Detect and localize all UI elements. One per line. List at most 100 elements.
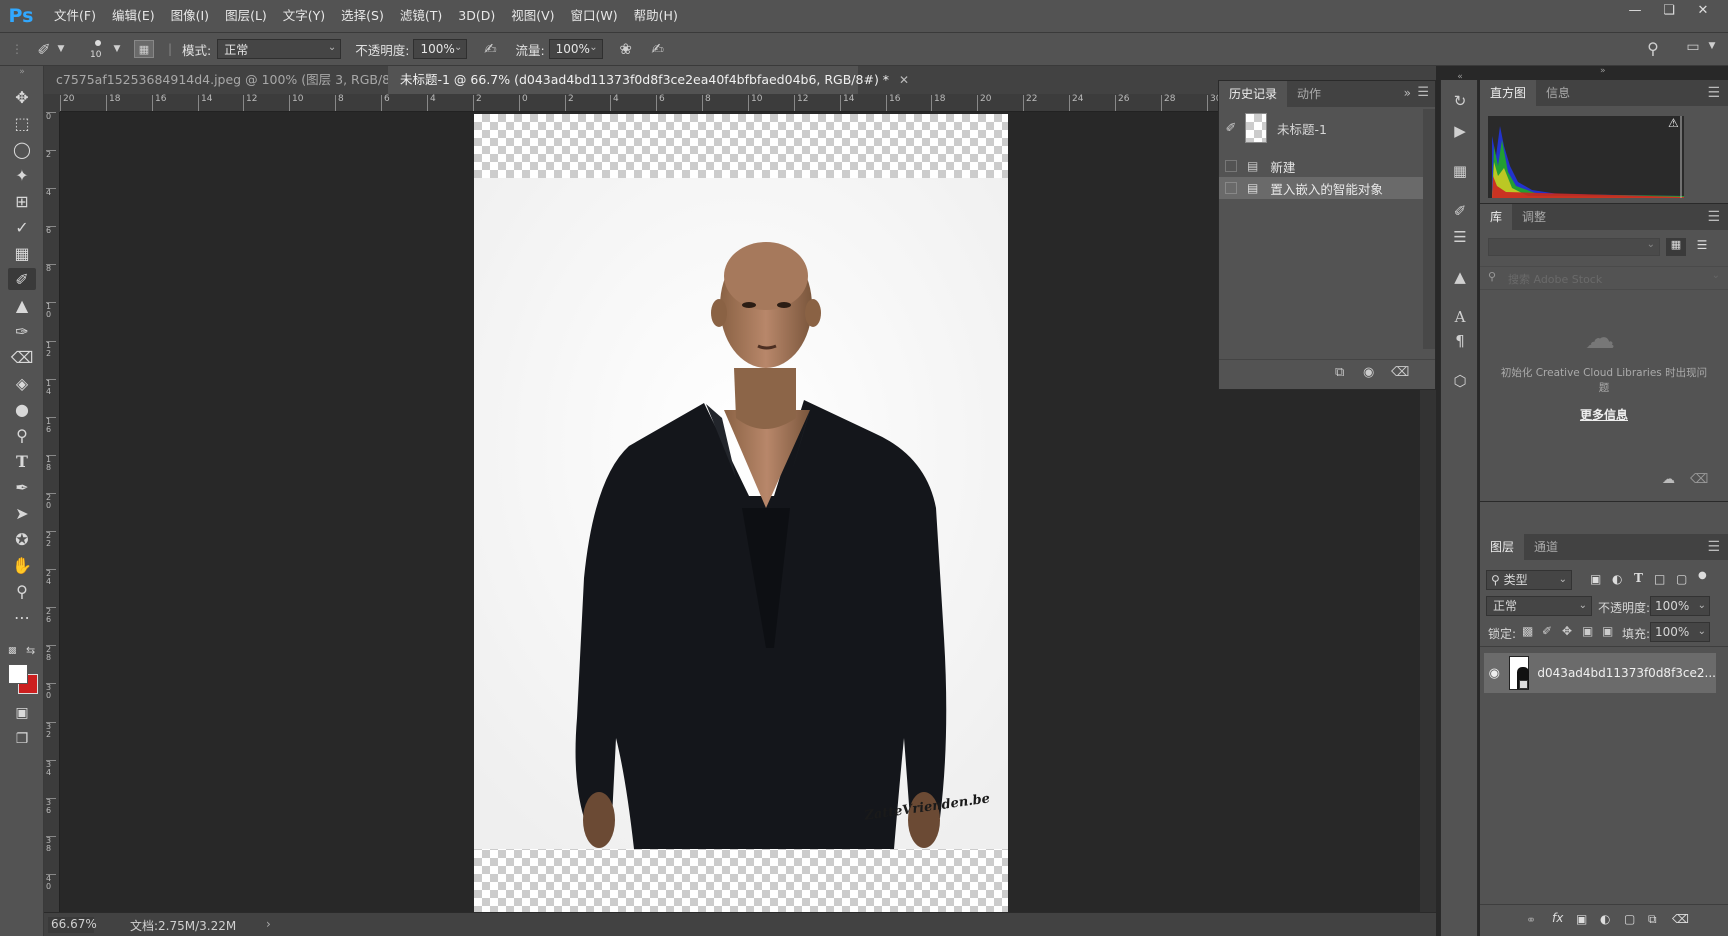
tab-adjustments[interactable]: 调整 [1512,204,1556,230]
adjustment-layer-icon[interactable]: ◐ [1600,912,1610,926]
link-layers-icon[interactable]: ⚭ [1526,913,1536,927]
panel-menu-icon[interactable]: ☰ [1707,85,1720,101]
expand-panels-icon[interactable]: « [1449,66,1471,88]
tab-libraries[interactable]: 库 [1480,204,1513,230]
brushes-icon[interactable]: ☰ [1449,226,1471,248]
tab-layers[interactable]: 图层 [1480,534,1525,560]
clone-source-icon[interactable]: ▲ [1449,266,1471,288]
brush-tool-preset-icon[interactable]: ✐ [32,40,56,59]
blend-mode-select[interactable]: 正常 ⌄ [1486,596,1592,616]
eye-icon[interactable]: ◉ [1484,666,1505,681]
airbrush-icon[interactable]: ❀ [615,40,637,58]
layer-opacity-input[interactable]: 100% ⌄ [1650,596,1710,616]
clone-stamp-tool-icon[interactable]: ▲ [8,294,36,316]
lasso-tool-icon[interactable]: ◯ [8,138,36,160]
healing-brush-tool-icon[interactable]: ▦ [8,242,36,264]
lock-pixels-icon[interactable]: ✐ [1542,624,1552,638]
trash-icon[interactable]: ⌫ [1672,912,1689,926]
history-source-checkbox[interactable] [1225,160,1237,172]
path-selection-tool-icon[interactable]: ➤ [8,502,36,524]
history-panel-icon[interactable]: ↻ [1449,90,1471,112]
properties-icon[interactable]: ▦ [1449,160,1471,182]
layer-row[interactable]: ◉ d043ad4bd11373f0d8f3ce2... [1484,653,1716,693]
lock-transparent-icon[interactable]: ▩ [1522,624,1533,638]
brush-settings-icon[interactable]: ✐ [1449,200,1471,222]
filter-smart-object-icon[interactable]: ▢ [1676,572,1687,586]
brush-tool-icon[interactable]: ✐ [8,268,36,290]
dodge-tool-icon[interactable]: ⚲ [8,424,36,446]
search-icon[interactable]: ⚲ [1642,39,1664,58]
fill-input[interactable]: 100% ⌄ [1650,622,1710,642]
menu-layer[interactable]: 图层(L) [217,0,275,32]
chevron-down-icon[interactable]: ▼ [112,44,122,54]
character-icon[interactable]: A [1449,306,1471,328]
actions-play-icon[interactable]: ▶ [1449,120,1471,142]
collapse-panel-icon[interactable]: » [1404,86,1411,100]
menu-select[interactable]: 选择(S) [333,0,392,32]
layer-filter-select[interactable]: ⚲ 类型 ⌄ [1486,570,1572,590]
brush-size-picker[interactable]: 10 [82,34,112,64]
paragraph-icon[interactable]: ¶ [1449,330,1471,352]
trash-icon[interactable]: ⌫ [1391,365,1409,380]
menu-view[interactable]: 视图(V) [503,0,562,32]
panel-menu-icon[interactable]: ☰ [1417,85,1429,100]
zoom-tool-icon[interactable]: ⚲ [8,580,36,602]
menu-type[interactable]: 文字(Y) [275,0,333,32]
camera-icon[interactable]: ◉ [1363,365,1374,380]
pressure-opacity-icon[interactable]: ✍ [479,40,501,58]
menu-help[interactable]: 帮助(H) [626,0,686,32]
eraser-tool-icon[interactable]: ⌫ [8,346,36,368]
lock-artboard-icon[interactable]: ▣ [1582,624,1593,638]
foreground-color-swatch[interactable] [8,664,28,684]
menu-filter[interactable]: 滤镜(T) [392,0,450,32]
warning-icon[interactable]: ⚠ [1668,116,1679,130]
tab-channels[interactable]: 通道 [1524,534,1568,560]
new-document-from-state-icon[interactable]: ⧉ [1335,365,1344,380]
history-brush-source-icon[interactable]: ✐ [1219,121,1243,136]
menu-edit[interactable]: 编辑(E) [104,0,163,32]
filter-toggle-icon[interactable]: ● [1698,570,1707,581]
tab-actions[interactable]: 动作 [1287,81,1331,107]
paint-bucket-tool-icon[interactable]: ◈ [8,372,36,394]
close-tab-icon[interactable]: ✕ [899,73,909,87]
history-item[interactable]: ▤ 新建 [1219,155,1423,177]
tab-histogram[interactable]: 直方图 [1480,80,1537,106]
close-button[interactable]: ✕ [1686,0,1720,22]
lock-position-icon[interactable]: ✥ [1562,624,1572,638]
quick-select-tool-icon[interactable]: ✦ [8,164,36,186]
cc-sync-icon[interactable]: ☁ [1662,472,1675,487]
document-tab[interactable]: c7575af15253684914d4.jpeg @ 100% (图层 3, … [44,66,436,94]
zoom-level[interactable]: 66.67% [48,917,97,933]
restore-button[interactable]: ❏ [1652,0,1686,22]
stock-search[interactable]: ⚲ 搜索 Adobe Stock ⌄ [1480,266,1728,290]
placed-smart-object-image[interactable]: ZatteVrienden.be [474,178,1008,849]
filter-shape-icon[interactable]: □ [1654,572,1665,586]
tab-history[interactable]: 历史记录 [1219,81,1288,107]
eyedropper-tool-icon[interactable]: ✓ [8,216,36,238]
chevron-down-icon[interactable]: ▼ [1706,41,1718,51]
quick-mask-icon[interactable]: ▣ [8,702,36,724]
trash-icon[interactable]: ⌫ [1690,472,1708,487]
library-select[interactable]: ⌄ [1488,238,1660,256]
default-colors-icon[interactable]: ▩ [8,646,18,656]
opacity-input[interactable]: 100% ⌄ [413,39,468,59]
pen-tool-icon[interactable]: ✒ [8,476,36,498]
flow-input[interactable]: 100% ⌄ [548,39,603,59]
history-item-selected[interactable]: ▤ 置入嵌入的智能对象 [1219,177,1423,199]
chevron-right-icon[interactable]: › [266,917,271,931]
document-tab-active[interactable]: 未标题-1 @ 66.7% (d043ad4bd11373f0d8f3ce2ea… [388,66,909,94]
fx-icon[interactable]: fx [1552,911,1563,925]
history-snapshot[interactable]: ✐ 未标题-1 [1219,109,1423,147]
ruler-origin[interactable] [44,94,60,112]
menu-image[interactable]: 图像(I) [163,0,217,32]
move-tool-icon[interactable]: ✥ [8,86,36,108]
grid-view-icon[interactable]: ▦ [1666,238,1686,256]
filter-adjustment-icon[interactable]: ◐ [1612,572,1622,586]
brush-panel-toggle-icon[interactable]: ▦ [134,40,154,58]
add-mask-icon[interactable]: ▣ [1576,912,1587,926]
menu-window[interactable]: 窗口(W) [563,0,626,32]
screen-mode-icon[interactable]: ❐ [8,728,36,750]
history-scrollbar[interactable] [1423,109,1435,349]
more-info-link[interactable]: 更多信息 [1480,406,1728,423]
custom-shape-tool-icon[interactable]: ✪ [8,528,36,550]
